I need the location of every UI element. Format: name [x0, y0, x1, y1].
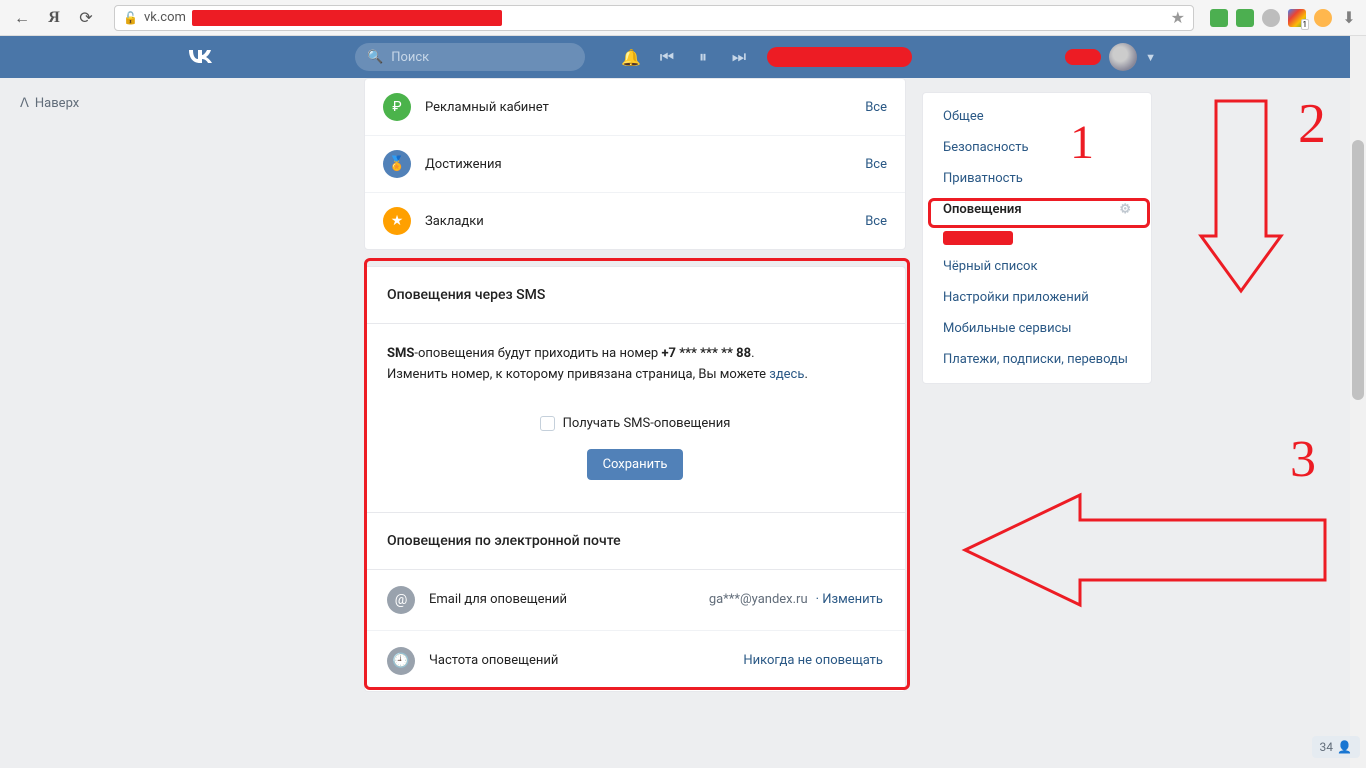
sms-phone: +7 *** *** ** 88	[661, 346, 751, 361]
annotation-number-3: 3	[1290, 430, 1316, 489]
menu-redacted	[943, 231, 1013, 245]
url-bar[interactable]: 🔓 vk.com ★	[114, 5, 1194, 31]
ext-icon-4[interactable]: 1	[1288, 9, 1306, 27]
person-icon: 👤	[1337, 740, 1352, 754]
url-text: vk.com	[144, 10, 186, 25]
sms-text: SMS-оповещения будут приходить на номер …	[387, 344, 883, 386]
browser-chrome: ← Я ⟳ 🔓 vk.com ★ 1 ⬇	[0, 0, 1366, 36]
ext-icon-2[interactable]	[1236, 9, 1254, 27]
frequency-link[interactable]: Никогда не оповещать	[743, 653, 883, 668]
email-row-label: Email для оповещений	[429, 592, 709, 607]
username-redacted	[1065, 49, 1101, 65]
yandex-button[interactable]: Я	[40, 4, 68, 32]
sms-body: SMS-оповещения будут приходить на номер …	[365, 324, 905, 513]
at-icon: @	[387, 586, 415, 614]
search-input[interactable]: 🔍 Поиск	[355, 43, 585, 71]
nav-label: Закладки	[425, 214, 865, 229]
settings-menu-app-settings[interactable]: Настройки приложений	[923, 282, 1151, 313]
gear-icon[interactable]: ⚙	[1119, 202, 1131, 217]
player-pause-icon[interactable]: ⏸	[687, 41, 719, 73]
download-icon[interactable]: ⬇	[1340, 9, 1358, 27]
back-button[interactable]: ←	[8, 4, 36, 32]
player-prev-icon[interactable]: ⏮	[651, 41, 683, 73]
settings-menu-general[interactable]: Общее	[923, 101, 1151, 132]
nav-item-achievements[interactable]: 🏅 Достижения Все	[365, 135, 905, 192]
reload-button[interactable]: ⟳	[72, 4, 100, 32]
nav-label: Рекламный кабинет	[425, 100, 865, 115]
chevron-down-icon[interactable]: ▼	[1145, 51, 1156, 64]
extension-icons: 1 ⬇	[1210, 9, 1358, 27]
annotation-arrow-down	[1196, 96, 1286, 300]
settings-menu: Общее Безопасность Приватность Оповещени…	[922, 92, 1152, 384]
email-row-value: ga***@yandex.ru	[709, 592, 808, 607]
email-rows: @ Email для оповещений ga***@yandex.ru ·…	[365, 570, 905, 691]
sms-header: Оповещения через SMS	[365, 267, 905, 324]
nav-all-link[interactable]: Все	[865, 100, 887, 115]
annotation-arrow-left	[960, 480, 1330, 624]
settings-nav-card: ₽ Рекламный кабинет Все 🏅 Достижения Все…	[364, 78, 906, 250]
scrollbar-thumb[interactable]	[1352, 140, 1364, 400]
search-placeholder: Поиск	[391, 50, 429, 65]
sms-checkbox-label: Получать SMS-оповещения	[563, 416, 731, 431]
ext-icon-5[interactable]	[1314, 9, 1332, 27]
ruble-icon: ₽	[383, 93, 411, 121]
email-row[interactable]: @ Email для оповещений ga***@yandex.ru ·…	[365, 570, 905, 630]
ext-icon-3[interactable]	[1262, 9, 1280, 27]
sms-checkbox-row[interactable]: Получать SMS-оповещения	[387, 416, 883, 431]
settings-menu-privacy[interactable]: Приватность	[923, 163, 1151, 194]
notifications-icon[interactable]: 🔔	[615, 41, 647, 73]
vk-logo-icon[interactable]	[185, 47, 215, 67]
nav-item-bookmarks[interactable]: ★ Закладки Все	[365, 192, 905, 249]
nav-all-link[interactable]: Все	[865, 214, 887, 229]
ext-icon-1[interactable]	[1210, 9, 1228, 27]
chevron-up-icon: ᐱ	[20, 96, 29, 111]
settings-menu-security[interactable]: Безопасность	[923, 132, 1151, 163]
avatar[interactable]	[1109, 43, 1137, 71]
settings-menu-payments[interactable]: Платежи, подписки, переводы	[923, 344, 1151, 375]
nav-item-ads[interactable]: ₽ Рекламный кабинет Все	[365, 79, 905, 135]
change-number-link[interactable]: здесь	[769, 367, 804, 382]
settings-menu-notifications[interactable]: Оповещения ⚙	[923, 194, 1151, 225]
search-icon: 🔍	[367, 50, 383, 65]
annotation-number-2: 2	[1298, 92, 1326, 156]
vk-header: 🔍 Поиск 🔔 ⏮ ⏸ ⏭ ▼	[0, 36, 1366, 78]
settings-menu-blacklist[interactable]: Чёрный список	[923, 251, 1151, 282]
counter-value: 34	[1320, 740, 1334, 754]
email-header: Оповещения по электронной почте	[365, 513, 905, 570]
settings-menu-mobile[interactable]: Мобильные сервисы	[923, 313, 1151, 344]
player-track-redacted	[767, 47, 912, 67]
scroll-top-label: Наверх	[35, 96, 79, 111]
nav-all-link[interactable]: Все	[865, 157, 887, 172]
main-column: ₽ Рекламный кабинет Все 🏅 Достижения Все…	[364, 78, 906, 708]
star-icon: ★	[383, 207, 411, 235]
url-redacted	[192, 10, 502, 26]
lock-icon: 🔓	[123, 11, 138, 25]
award-icon: 🏅	[383, 150, 411, 178]
bookmark-star-icon[interactable]: ★	[1171, 8, 1185, 27]
sms-prefix: SMS	[387, 346, 414, 361]
player-next-icon[interactable]: ⏭	[723, 41, 755, 73]
frequency-row-label: Частота оповещений	[429, 653, 735, 668]
nav-label: Достижения	[425, 157, 865, 172]
frequency-row[interactable]: 🕘 Частота оповещений Никогда не оповещат…	[365, 630, 905, 691]
sms-notifications-card: Оповещения через SMS SMS-оповещения буду…	[364, 266, 906, 692]
change-email-link[interactable]: · Изменить	[816, 592, 883, 607]
online-counter[interactable]: 34 👤	[1312, 736, 1360, 758]
scroll-top-button[interactable]: ᐱ Наверх	[20, 96, 79, 111]
save-button[interactable]: Сохранить	[587, 449, 684, 480]
clock-icon: 🕘	[387, 647, 415, 675]
checkbox-icon[interactable]	[540, 416, 555, 431]
